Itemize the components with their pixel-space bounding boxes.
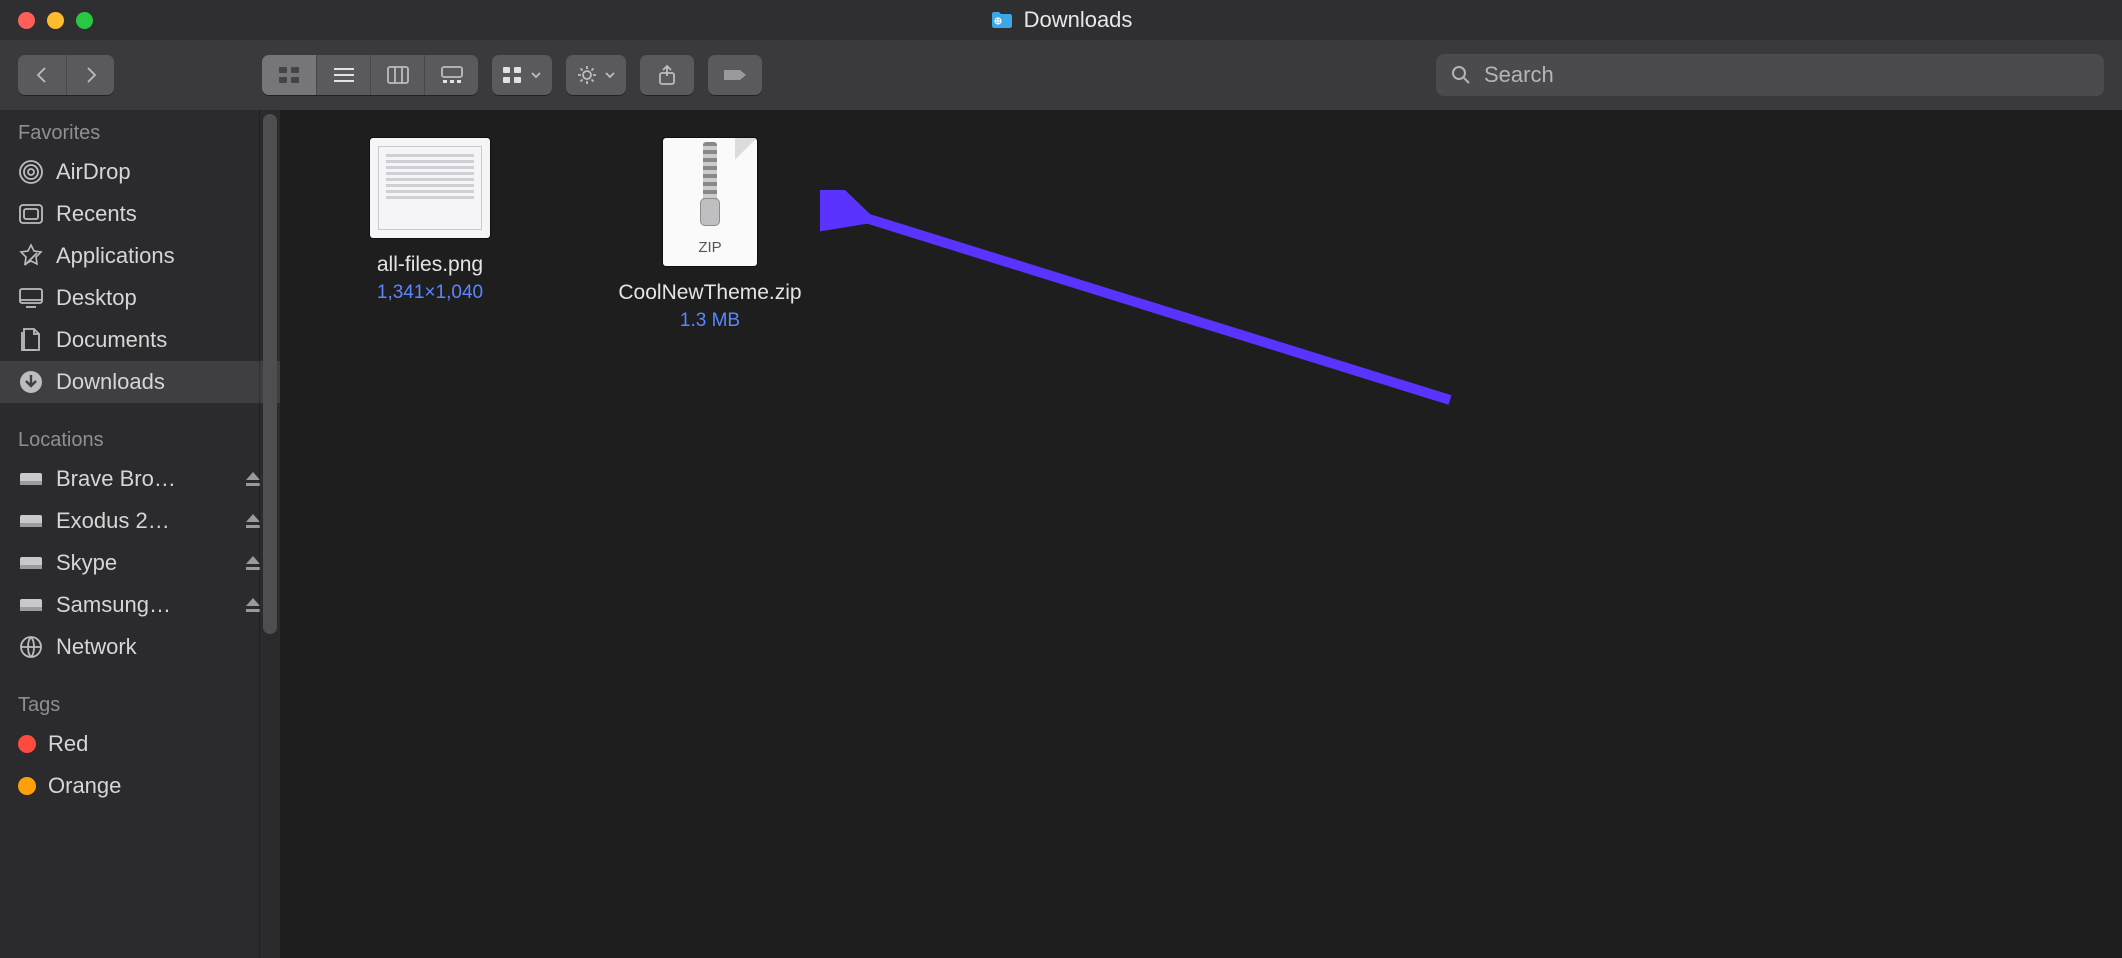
sidebar-item-label: Red	[48, 731, 88, 757]
arrange-button[interactable]	[492, 55, 552, 95]
sidebar-item-tag-red[interactable]: Red	[0, 723, 280, 765]
close-window-button[interactable]	[18, 12, 35, 29]
locations-heading: Locations	[0, 417, 280, 458]
share-button[interactable]	[640, 55, 694, 95]
tag-dot-icon	[18, 735, 36, 753]
columns-icon	[387, 66, 409, 84]
sidebar-item-label: Applications	[56, 243, 175, 269]
drive-icon	[18, 550, 44, 576]
sidebar-item-label: Desktop	[56, 285, 137, 311]
view-mode-buttons	[262, 55, 478, 95]
sidebar-item-label: Network	[56, 634, 137, 660]
network-icon	[18, 634, 44, 660]
window-controls	[0, 12, 93, 29]
sidebar-item-label: Brave Bro…	[56, 466, 176, 492]
tags-heading: Tags	[0, 682, 280, 723]
tag-dot-icon	[18, 777, 36, 795]
action-menu-button[interactable]	[566, 55, 626, 95]
arrange-button-group	[492, 55, 552, 95]
sidebar-item-location[interactable]: Brave Bro…	[0, 458, 280, 500]
sidebar-item-label: Recents	[56, 201, 137, 227]
grid-icon	[502, 66, 524, 84]
sidebar-item-applications[interactable]: Applications	[0, 235, 280, 277]
file-item[interactable]: ZIP CoolNewTheme.zip 1.3 MB	[600, 138, 820, 332]
gallery-icon	[441, 66, 463, 84]
titlebar: Downloads	[0, 0, 2122, 40]
window-title: Downloads	[0, 0, 2122, 40]
action-button-group	[566, 55, 626, 95]
sidebar-item-tag-orange[interactable]: Orange	[0, 765, 280, 807]
sidebar-item-downloads[interactable]: Downloads	[0, 361, 280, 403]
nav-buttons	[18, 55, 114, 95]
file-meta: 1,341×1,040	[377, 282, 483, 304]
view-icons-button[interactable]	[262, 55, 316, 95]
toolbar	[0, 40, 2122, 110]
zip-file-icon: ZIP	[663, 138, 757, 266]
back-button[interactable]	[18, 55, 66, 95]
downloads-icon	[18, 369, 44, 395]
sidebar-item-desktop[interactable]: Desktop	[0, 277, 280, 319]
search-field[interactable]	[1436, 54, 2104, 96]
sidebar-item-label: AirDrop	[56, 159, 131, 185]
share-button-group	[640, 55, 694, 95]
sidebar-item-label: Downloads	[56, 369, 165, 395]
gear-icon	[576, 64, 598, 86]
drive-icon	[18, 592, 44, 618]
finder-window: Downloads	[0, 0, 2122, 958]
sidebar-scrollbar[interactable]	[259, 110, 280, 958]
minimize-window-button[interactable]	[47, 12, 64, 29]
share-icon	[657, 64, 677, 86]
edit-tags-button[interactable]	[708, 55, 762, 95]
file-name: CoolNewTheme.zip	[618, 280, 801, 306]
search-input[interactable]	[1482, 61, 2090, 89]
sidebar-item-location[interactable]: Skype	[0, 542, 280, 584]
sidebar-item-location[interactable]: Samsung…	[0, 584, 280, 626]
drive-icon	[18, 466, 44, 492]
scrollbar-thumb[interactable]	[263, 114, 277, 634]
chevron-left-icon	[34, 65, 50, 85]
tag-icon	[722, 66, 748, 84]
body: Favorites AirDrop Recents Applications	[0, 110, 2122, 958]
chevron-down-icon	[530, 66, 542, 84]
airdrop-icon	[18, 159, 44, 185]
chevron-down-icon	[604, 66, 616, 84]
search-icon	[1450, 64, 1472, 86]
view-gallery-button[interactable]	[424, 55, 478, 95]
documents-icon	[18, 327, 44, 353]
sidebar-item-label: Documents	[56, 327, 167, 353]
fullscreen-window-button[interactable]	[76, 12, 93, 29]
image-thumbnail-icon	[370, 138, 490, 238]
file-name: all-files.png	[377, 252, 483, 278]
sidebar-item-label: Samsung…	[56, 592, 171, 618]
window-title-text: Downloads	[1024, 7, 1133, 33]
view-list-button[interactable]	[316, 55, 370, 95]
drive-icon	[18, 508, 44, 534]
sidebar-item-label: Orange	[48, 773, 121, 799]
sidebar-item-network[interactable]: Network	[0, 626, 280, 668]
grid-icon	[278, 66, 300, 84]
sidebar-item-airdrop[interactable]: AirDrop	[0, 151, 280, 193]
favorites-heading: Favorites	[0, 110, 280, 151]
forward-button[interactable]	[66, 55, 114, 95]
zip-badge: ZIP	[698, 239, 721, 256]
folder-icon	[990, 10, 1014, 30]
chevron-right-icon	[83, 65, 99, 85]
sidebar-item-location[interactable]: Exodus 2…	[0, 500, 280, 542]
recents-icon	[18, 201, 44, 227]
sidebar[interactable]: Favorites AirDrop Recents Applications	[0, 110, 280, 958]
sidebar-item-recents[interactable]: Recents	[0, 193, 280, 235]
applications-icon	[18, 243, 44, 269]
list-icon	[333, 66, 355, 84]
desktop-icon	[18, 285, 44, 311]
file-item[interactable]: all-files.png 1,341×1,040	[320, 138, 540, 332]
tags-button-group	[708, 55, 762, 95]
view-columns-button[interactable]	[370, 55, 424, 95]
content-area[interactable]: all-files.png 1,341×1,040 ZIP CoolNewThe…	[280, 110, 2122, 958]
sidebar-item-label: Exodus 2…	[56, 508, 170, 534]
sidebar-item-label: Skype	[56, 550, 117, 576]
file-meta: 1.3 MB	[680, 310, 740, 332]
icon-grid: all-files.png 1,341×1,040 ZIP CoolNewThe…	[280, 110, 2122, 360]
sidebar-item-documents[interactable]: Documents	[0, 319, 280, 361]
